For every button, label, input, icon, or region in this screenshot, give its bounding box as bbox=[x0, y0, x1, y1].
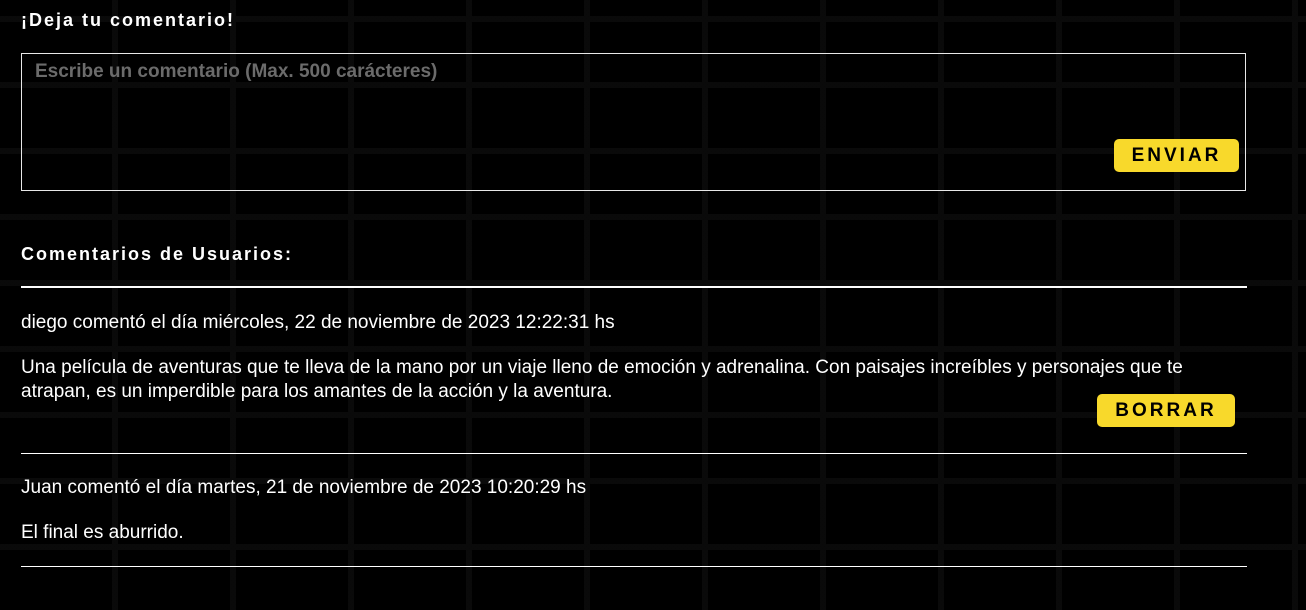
divider bbox=[21, 566, 1247, 567]
comment-input[interactable] bbox=[22, 54, 1245, 190]
comments-section-title: Comentarios de Usuarios: bbox=[21, 244, 294, 264]
divider bbox=[21, 453, 1247, 454]
divider bbox=[21, 286, 1247, 288]
comment-body: El final es aburrido. bbox=[21, 522, 184, 543]
comment-form-title: ¡Deja tu comentario! bbox=[21, 10, 236, 30]
comment-meta: diego comentó el día miércoles, 22 de no… bbox=[21, 312, 615, 333]
comment-form: ENVIAR bbox=[21, 53, 1246, 191]
comment-meta: Juan comentó el día martes, 21 de noviem… bbox=[21, 477, 587, 498]
send-button[interactable]: ENVIAR bbox=[1114, 139, 1239, 172]
delete-button[interactable]: BORRAR bbox=[1097, 394, 1235, 427]
comment-body: Una película de aventuras que te lleva d… bbox=[21, 357, 1183, 402]
